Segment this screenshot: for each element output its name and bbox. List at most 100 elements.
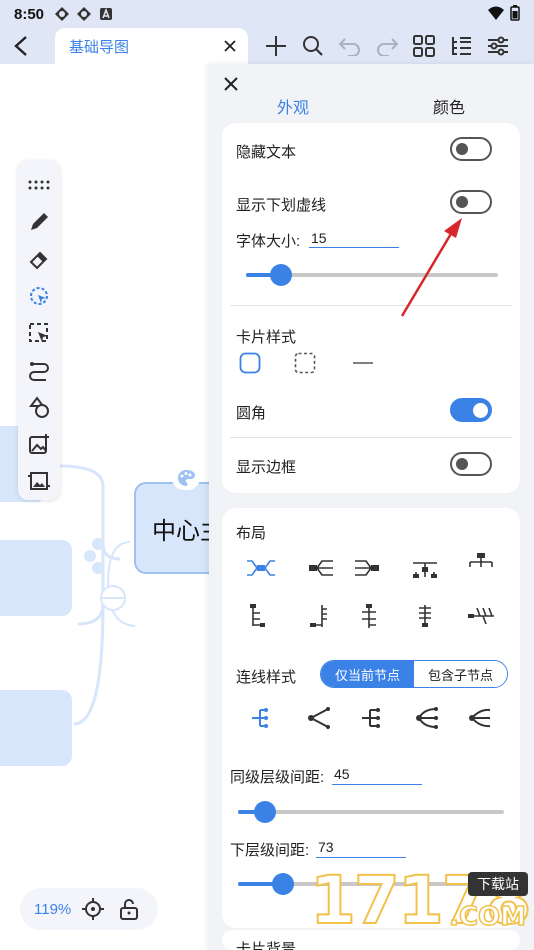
card-style-line[interactable] (352, 352, 374, 374)
add-button[interactable] (260, 30, 291, 62)
lock-button[interactable] (115, 895, 143, 923)
zoom-level[interactable]: 119% (34, 901, 71, 918)
layout-tree-left[interactable] (306, 604, 336, 628)
toggle-knob (456, 458, 468, 470)
tab-appearance[interactable]: 外观 (277, 94, 309, 118)
slider-thumb[interactable] (270, 264, 293, 286)
layout-down[interactable] (410, 556, 440, 580)
card-style-dashed[interactable] (294, 352, 316, 374)
document-tab[interactable]: 基础导图 (55, 28, 248, 64)
slider-thumb[interactable] (272, 873, 295, 895)
line-style-bracket[interactable] (248, 706, 278, 730)
select-tool[interactable] (22, 314, 56, 351)
search-icon (302, 36, 323, 56)
toggle-knob (456, 143, 468, 155)
layout-fishbone-v[interactable] (410, 604, 440, 628)
sibling-spacing-value[interactable]: 45 (334, 766, 350, 782)
sibling-spacing-slider[interactable] (238, 801, 504, 823)
outline-icon (451, 37, 471, 55)
hide-text-toggle[interactable] (450, 137, 492, 161)
show-border-toggle[interactable] (450, 452, 492, 476)
line-scope-segment: 仅当前节点 包含子节点 (320, 660, 508, 688)
dashed-rect-icon (294, 352, 316, 374)
slider-thumb[interactable] (253, 801, 276, 823)
card-style-rounded[interactable] (239, 352, 261, 374)
status-bar: 8:50 (0, 0, 534, 28)
watermark: 17178 下载站 .COM (309, 861, 533, 946)
layout-timeline-icon (362, 604, 376, 628)
rounded-rect-icon (239, 352, 261, 374)
close-icon (224, 77, 238, 91)
recenter-button[interactable] (79, 895, 107, 923)
dots-icon (28, 180, 50, 190)
bracket-line-icon (252, 708, 268, 728)
line-icon (353, 362, 373, 364)
image-add-icon (29, 434, 49, 455)
layout-timeline[interactable] (354, 604, 384, 628)
unlock-icon (120, 899, 139, 920)
panel-close-button[interactable] (219, 72, 243, 96)
scope-include-children[interactable]: 包含子节点 (414, 661, 507, 687)
scope-current-node[interactable]: 仅当前节点 (321, 661, 414, 687)
battery-icon (510, 5, 520, 21)
style-panel: 外观 颜色 隐藏文本 显示下划虚线 字体大小: 15 卡片样式 圆角 显示边框 … (209, 64, 534, 950)
outline-button[interactable] (445, 30, 476, 62)
font-size-value[interactable]: 15 (311, 230, 327, 246)
undo-icon (338, 38, 360, 56)
search-button[interactable] (297, 30, 328, 62)
lasso-icon (30, 286, 48, 305)
tab-color[interactable]: 颜色 (433, 94, 465, 118)
pen-tool[interactable] (22, 203, 56, 240)
tab-close-button[interactable] (220, 36, 240, 56)
layout-both-sides[interactable] (246, 556, 276, 580)
sliders-icon (487, 36, 508, 56)
toggle-knob (456, 196, 468, 208)
drawing-toolbar (18, 160, 60, 500)
line-style-curve[interactable] (412, 706, 442, 730)
child-spacing-label: 下层级间距: (230, 842, 310, 859)
child-spacing-value[interactable]: 73 (318, 839, 334, 855)
picture-icon (28, 472, 50, 491)
layout-right[interactable] (306, 556, 336, 580)
card-style-label: 卡片样式 (236, 329, 297, 346)
settings-button[interactable] (482, 30, 513, 62)
toolbar-actions (260, 30, 513, 62)
card-background-label: 卡片背景 (236, 941, 297, 950)
insert-picture-tool[interactable] (22, 463, 56, 500)
left-node-3[interactable] (0, 690, 72, 766)
rounded-toggle[interactable] (450, 398, 492, 422)
font-size-label: 字体大小: (236, 233, 301, 250)
eraser-tool[interactable] (22, 240, 56, 277)
layout-org[interactable] (466, 550, 496, 574)
insert-image-tool[interactable] (22, 426, 56, 463)
font-size-slider[interactable] (246, 264, 498, 286)
layout-tree-right[interactable] (246, 604, 276, 628)
show-underline-label: 显示下划虚线 (236, 197, 327, 214)
watermark-badge: 下载站 (468, 872, 528, 896)
layout-tree-icon (250, 604, 265, 627)
more-tools-button[interactable] (22, 166, 56, 203)
layout-left-icon (355, 560, 379, 576)
node-style-button[interactable] (172, 466, 200, 490)
show-underline-toggle[interactable] (450, 190, 492, 214)
close-icon (224, 40, 236, 52)
lasso-tool[interactable] (22, 277, 56, 314)
line-style-straight[interactable] (304, 706, 334, 730)
shape-tool[interactable] (22, 389, 56, 426)
shapes-icon (29, 396, 49, 419)
undo-button[interactable] (334, 30, 365, 62)
connector-tool[interactable] (22, 352, 56, 389)
zoom-bar: 119% (20, 888, 158, 930)
branch-line-icon (469, 708, 491, 728)
redo-button[interactable] (371, 30, 402, 62)
line-style-elbow[interactable] (358, 706, 388, 730)
back-button[interactable] (8, 32, 36, 60)
line-style-branch[interactable] (466, 706, 496, 730)
grid-view-button[interactable] (408, 30, 439, 62)
layout-left[interactable] (352, 556, 382, 580)
divider (230, 437, 512, 438)
document-tab-title: 基础导图 (69, 38, 130, 56)
grid-icon (412, 35, 435, 57)
layout-fishbone[interactable] (466, 604, 496, 628)
left-node-2[interactable] (0, 540, 72, 616)
